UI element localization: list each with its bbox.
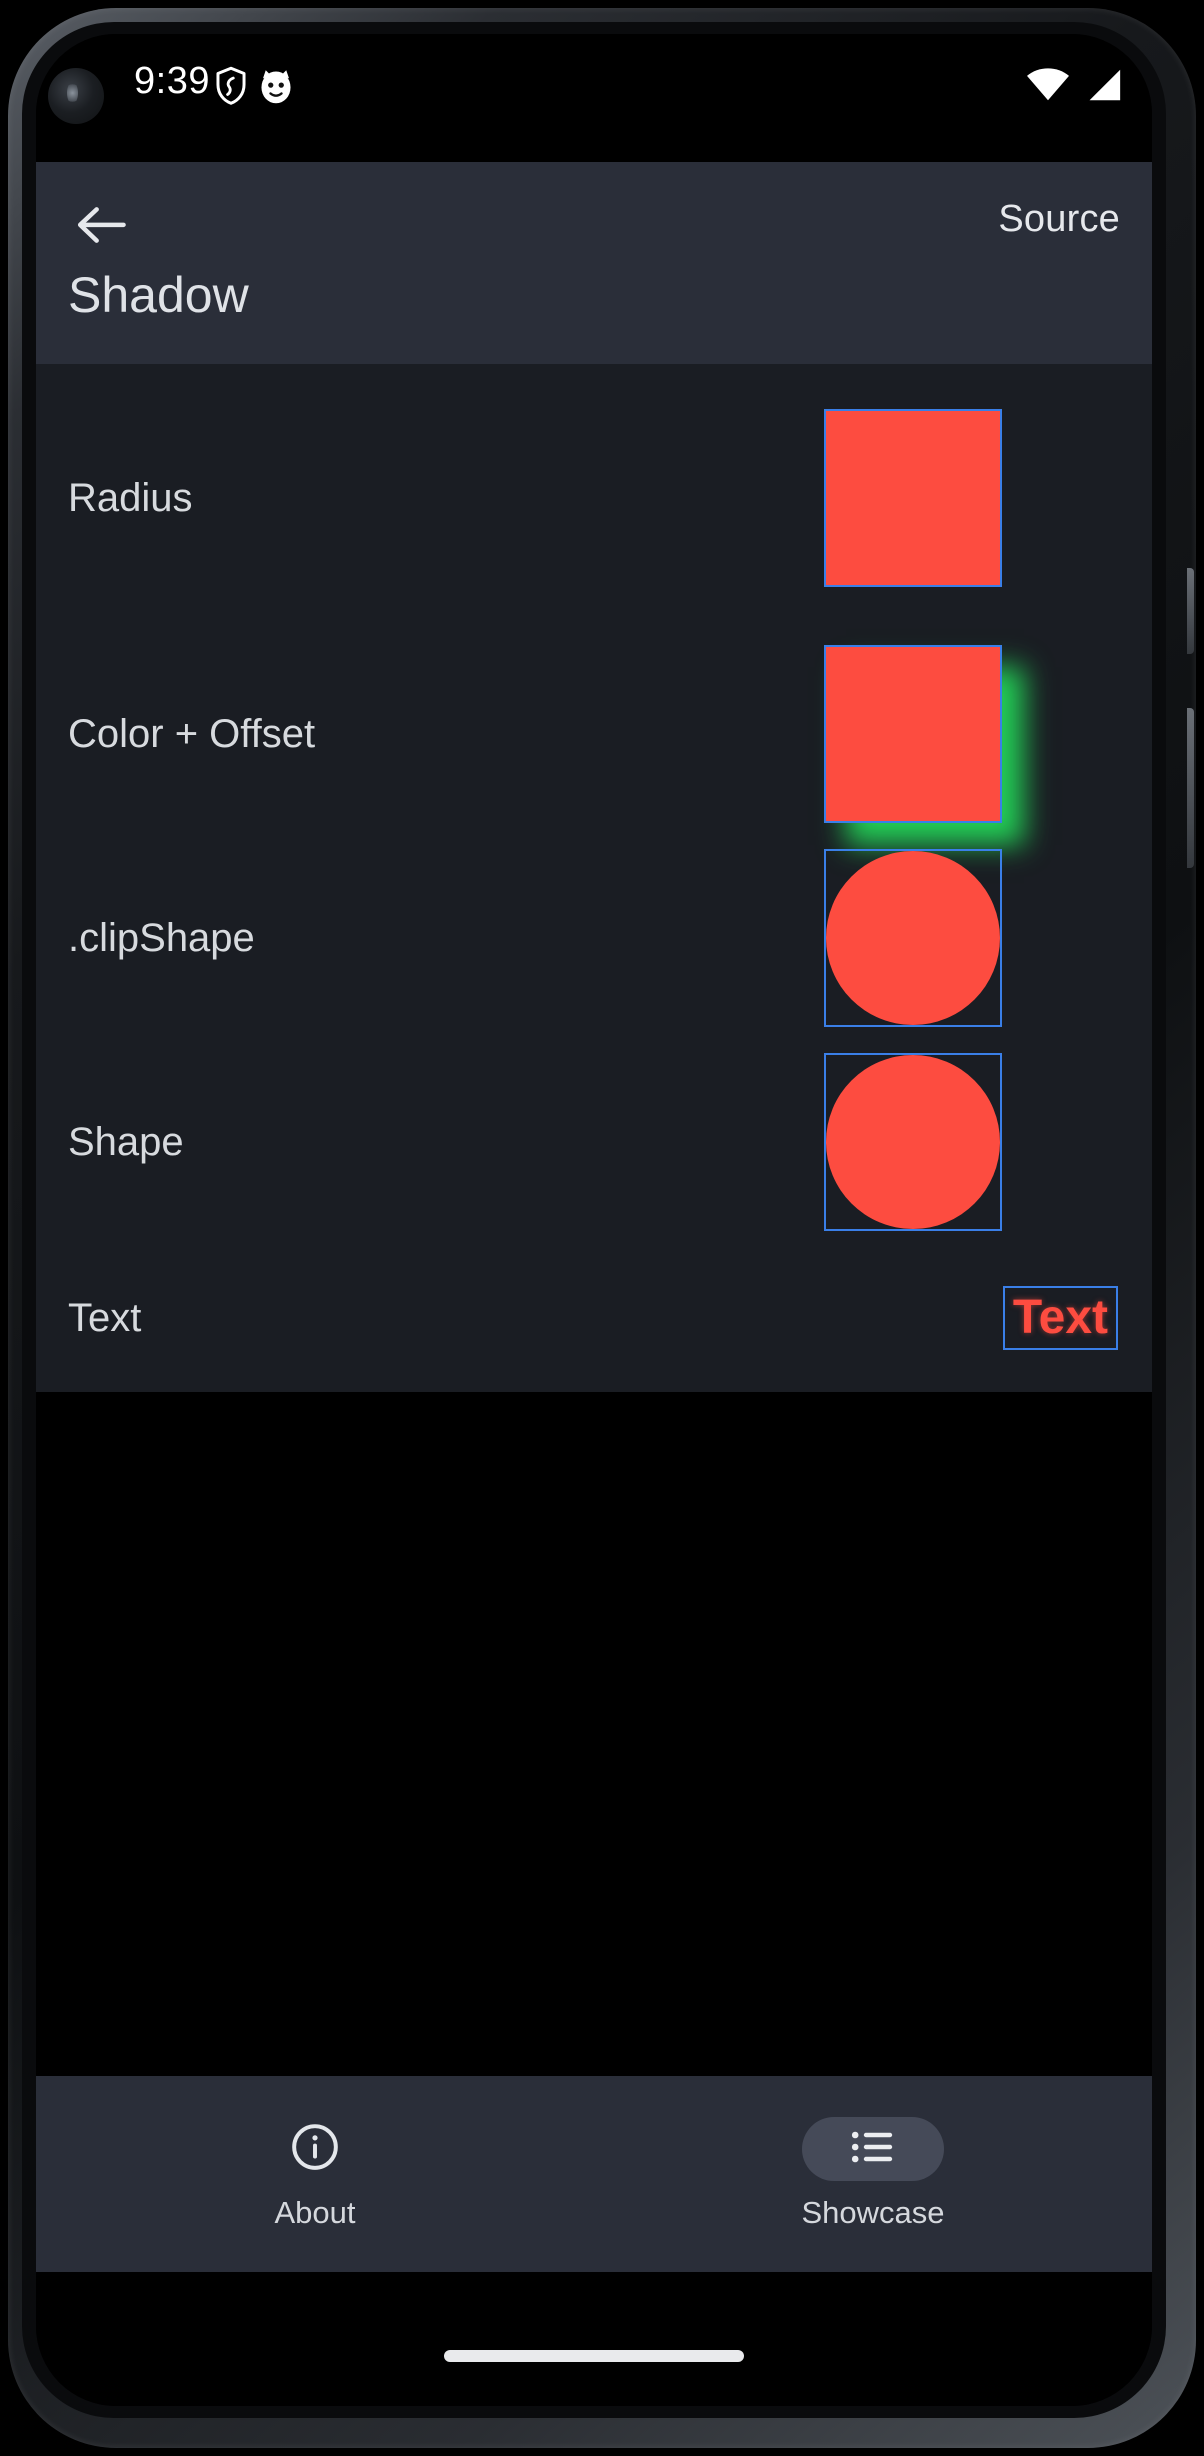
demo-shape xyxy=(824,1040,1124,1244)
shape-frame xyxy=(824,1053,1002,1231)
shadow-text-sample: Text xyxy=(1002,1285,1118,1351)
front-camera-punch-hole xyxy=(48,68,104,124)
row-label-color-offset: Color + Offset xyxy=(68,711,316,756)
home-gesture-bar[interactable] xyxy=(444,2350,744,2362)
volume-button[interactable] xyxy=(1187,708,1194,868)
row-label-radius: Radius xyxy=(68,475,193,520)
wifi-icon xyxy=(1026,68,1070,107)
clipshape-circle xyxy=(826,851,1000,1025)
phone-screen: 9:39 Source Shadow Radius Color + Offset… xyxy=(36,34,1152,2406)
table-row[interactable]: Color + Offset xyxy=(36,632,1152,836)
source-button[interactable]: Source xyxy=(998,198,1120,241)
info-circle-icon xyxy=(290,2122,340,2177)
demo-text: Text xyxy=(824,1244,1124,1392)
status-bar-right-icons xyxy=(1026,68,1124,107)
shadow-radius-square xyxy=(824,409,1002,587)
nav-pill-about xyxy=(244,2117,386,2181)
nav-label-showcase: Showcase xyxy=(801,2195,945,2230)
bottom-navigation-bar: About Showcase xyxy=(36,2076,1152,2272)
nav-label-about: About xyxy=(274,2195,356,2230)
clipshape-frame xyxy=(824,849,1002,1027)
cellular-signal-icon xyxy=(1084,68,1124,107)
shadow-color-offset-square xyxy=(824,645,1002,823)
list-icon xyxy=(849,2127,897,2172)
nav-item-about[interactable]: About xyxy=(36,2117,594,2231)
table-row[interactable]: Radius xyxy=(36,364,1152,632)
nav-item-showcase[interactable]: Showcase xyxy=(594,2117,1152,2231)
face-icon xyxy=(258,66,294,111)
status-bar-clock: 9:39 xyxy=(134,60,210,102)
row-label-clipshape: .clipShape xyxy=(68,915,255,960)
row-label-shape: Shape xyxy=(68,1119,184,1164)
shape-circle xyxy=(826,1055,1000,1229)
page-title: Shadow xyxy=(68,267,249,323)
demo-clipshape xyxy=(824,836,1124,1040)
demo-color-offset xyxy=(824,632,1124,836)
table-row[interactable]: .clipShape xyxy=(36,836,1152,1040)
arrow-left-icon[interactable] xyxy=(68,192,134,258)
demo-radius xyxy=(824,364,1124,632)
shield-icon xyxy=(214,66,248,111)
system-gesture-area xyxy=(36,2272,1152,2406)
nav-pill-showcase xyxy=(802,2117,944,2181)
app-bar: Source Shadow xyxy=(36,162,1152,364)
power-button[interactable] xyxy=(1187,568,1194,654)
showcase-list[interactable]: Radius Color + Offset .clipShape Shape T… xyxy=(36,364,1152,1392)
screenshot-root: 9:39 Source Shadow Radius Color + Offset… xyxy=(0,0,1204,2456)
row-label-text: Text xyxy=(68,1295,142,1340)
table-row[interactable]: Text Text xyxy=(36,1244,1152,1392)
status-bar: 9:39 xyxy=(36,34,1152,162)
table-row[interactable]: Shape xyxy=(36,1040,1152,1244)
